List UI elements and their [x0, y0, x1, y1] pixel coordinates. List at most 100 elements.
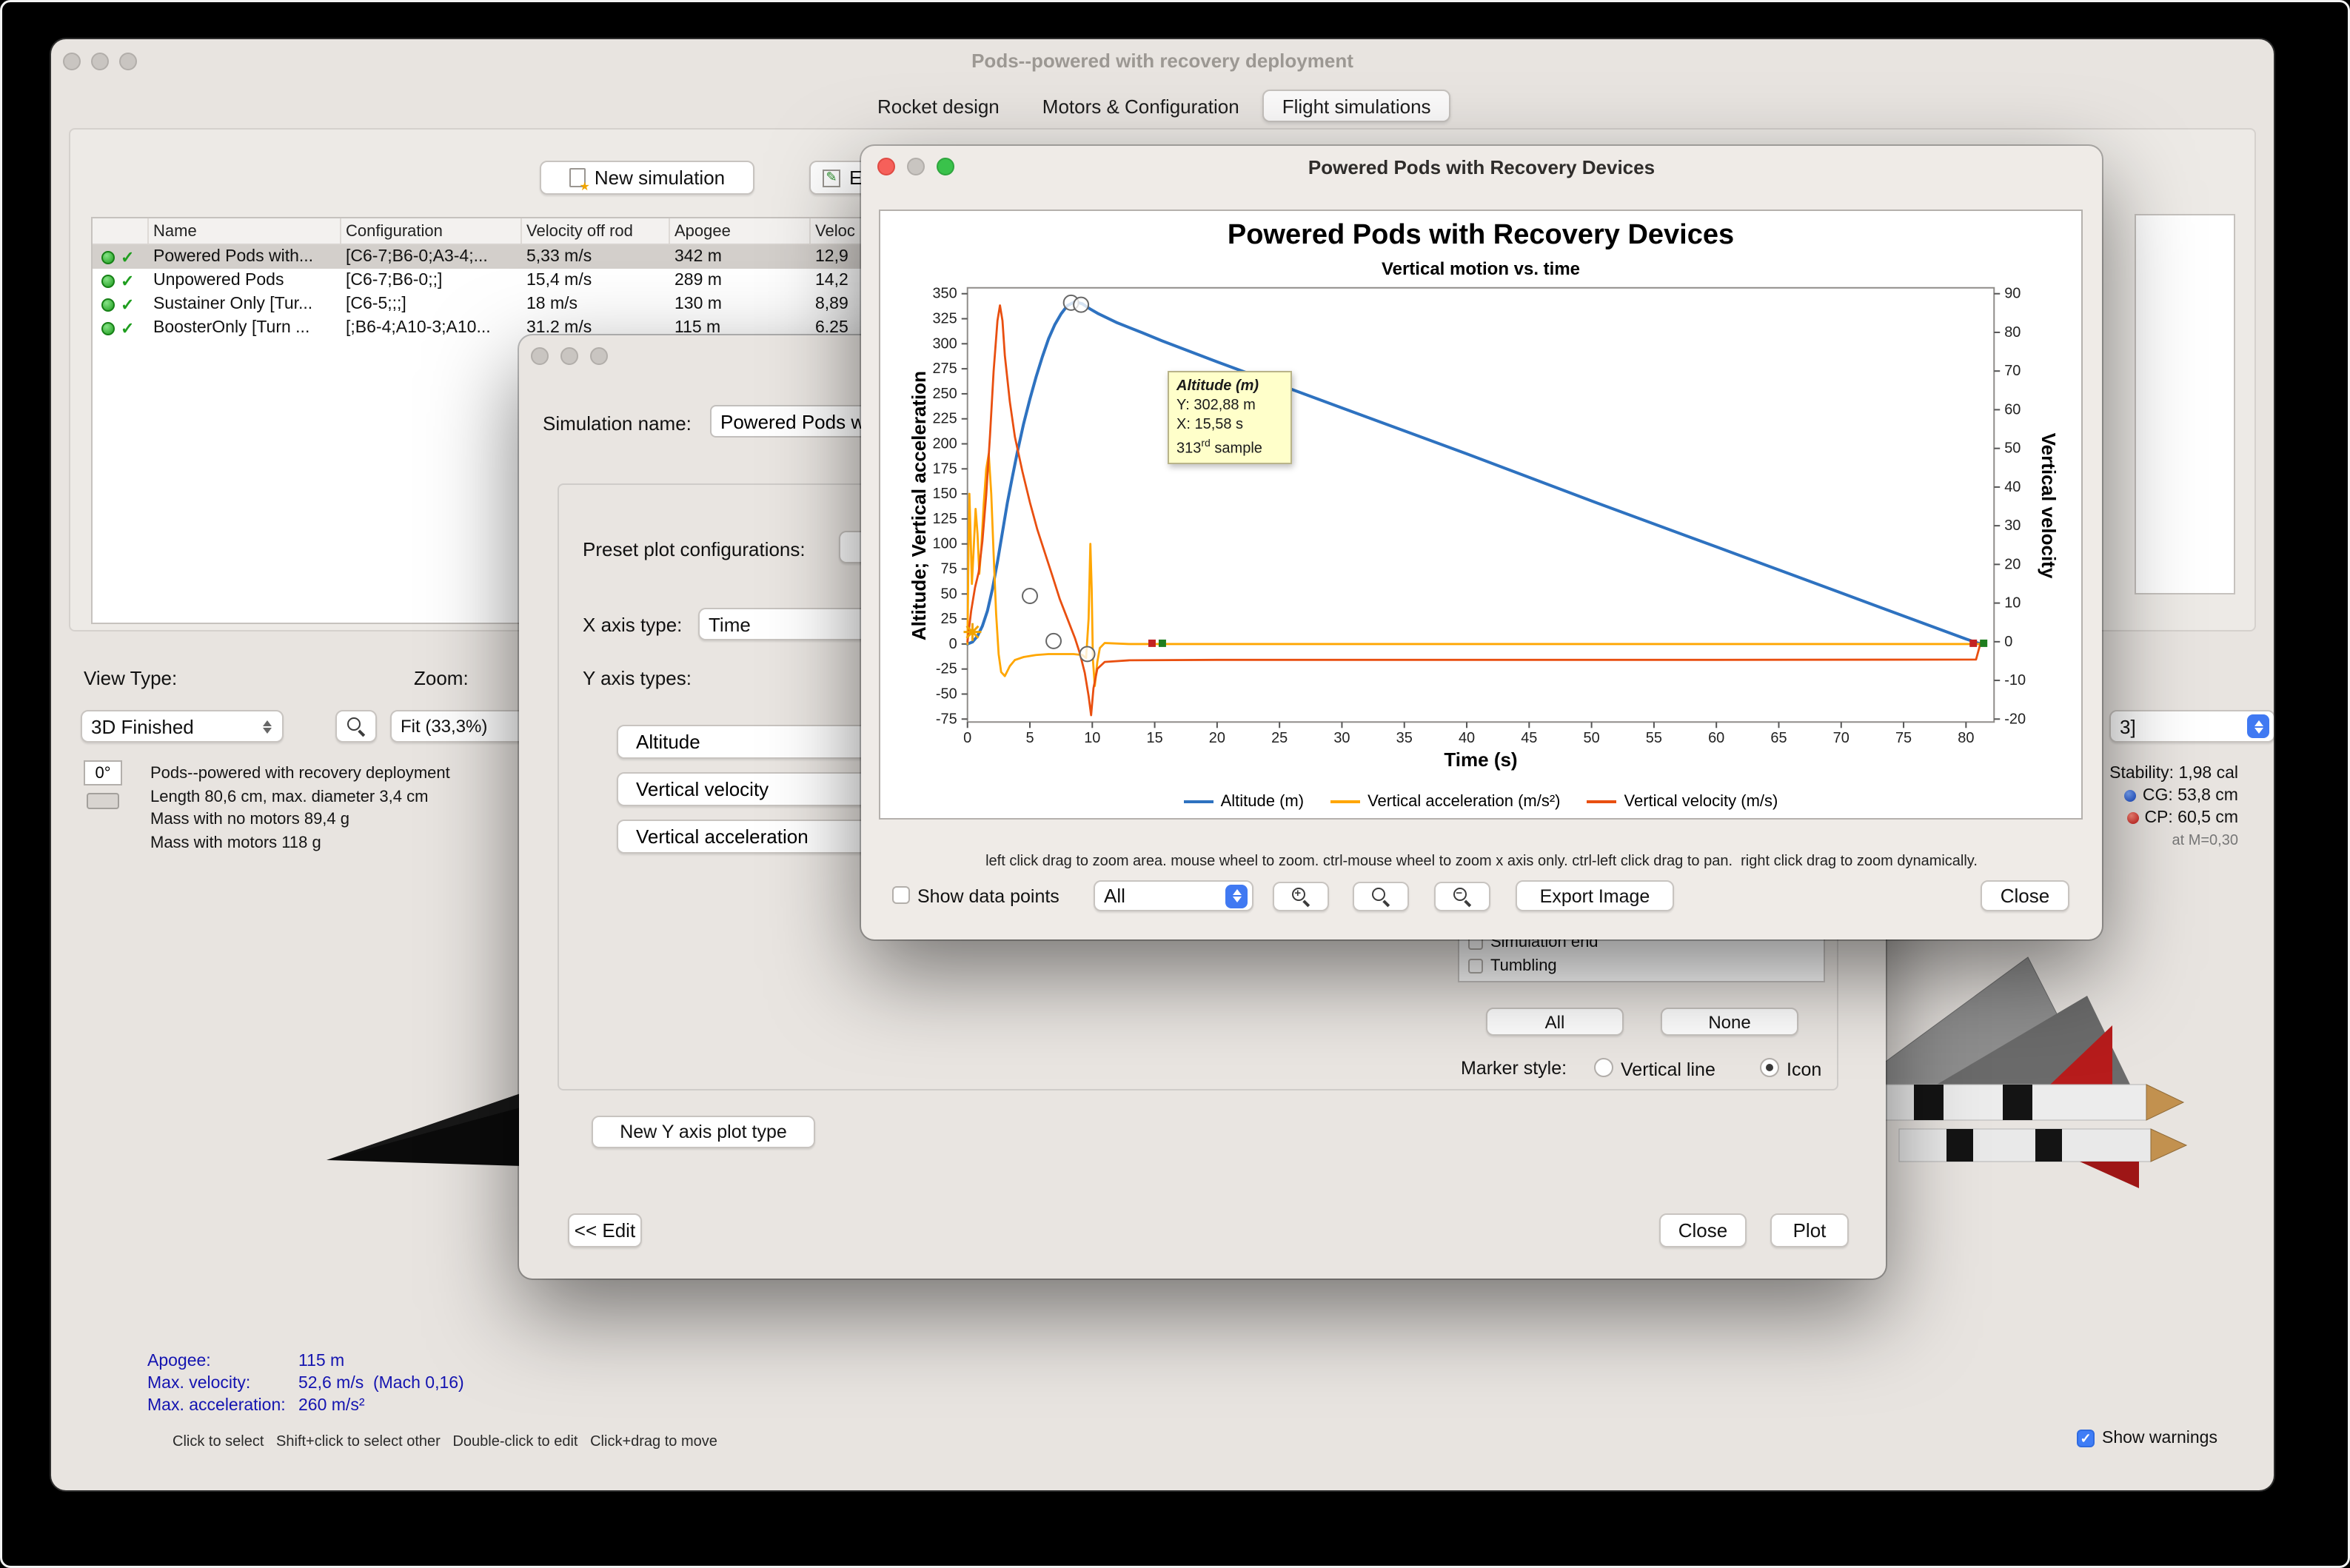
tab-rocket-design[interactable]: Rocket design: [858, 90, 1019, 122]
marker-icon-label: Icon: [1787, 1059, 1822, 1080]
rocket-info-mass-empty: Mass with no motors 89,4 g: [150, 811, 350, 828]
chart-plot[interactable]: 0 5 10 15 20 25 30 35 40 45 50 55 60 65 70 75 80 350 325 30…: [880, 211, 2081, 820]
view-type-value: 3D Finished: [91, 715, 194, 737]
new-simulation-label: New simulation: [594, 167, 726, 189]
events-filter-dropdown[interactable]: All: [1094, 880, 1253, 911]
row-status-icons: ✓: [93, 292, 149, 316]
cell-configuration: [C6-7;B6-0;;]: [346, 272, 443, 289]
events-none-button[interactable]: None: [1661, 1008, 1798, 1036]
rocket-info: Pods--powered with recovery deployment L…: [150, 763, 450, 855]
svg-text:0: 0: [949, 636, 957, 652]
zoom-tool-button[interactable]: [335, 710, 377, 743]
legend-item: Vertical acceleration (m/s²): [1330, 793, 1561, 811]
cell-apogee: 289 m: [674, 272, 722, 289]
svg-text:60: 60: [2004, 401, 2021, 418]
legend-swatch: [1330, 800, 1361, 803]
event-checkbox[interactable]: [1468, 959, 1483, 974]
svg-text:20: 20: [2004, 556, 2021, 572]
header-name[interactable]: Name: [149, 218, 341, 244]
status-ok-icon: [101, 274, 115, 287]
x-axis-type-value: Time: [709, 613, 751, 635]
header-apogee[interactable]: Apogee: [670, 218, 811, 244]
events-all-button[interactable]: All: [1486, 1008, 1624, 1036]
row-status-icons: ✓: [93, 245, 149, 269]
zoom-in-icon: +: [1291, 887, 1310, 906]
status-ok-icon: [101, 321, 115, 335]
chart-legend: Altitude (m) Vertical acceleration (m/s²)…: [880, 793, 2081, 811]
show-warnings-label: Show warnings: [2102, 1430, 2217, 1447]
marker-vertical-line-radio[interactable]: [1594, 1058, 1613, 1077]
rotation-slider-handle[interactable]: [87, 793, 119, 809]
cell-configuration: [;B6-4;A10-3;A10...: [346, 319, 491, 337]
plot-close-bottom-button[interactable]: Close: [1981, 880, 2069, 911]
svg-text:55: 55: [1646, 730, 1662, 746]
svg-text:90: 90: [2004, 286, 2021, 302]
rocket-info-mass-motors: Mass with motors 118 g: [150, 834, 321, 851]
header-velocity-off-rod[interactable]: Velocity off rod: [522, 218, 670, 244]
view-type-label: View Type:: [84, 667, 178, 689]
legend-swatch: [1183, 800, 1214, 803]
configuration-value: 3]: [2120, 715, 2136, 737]
svg-text:35: 35: [1396, 730, 1413, 746]
svg-text:-20: -20: [2004, 711, 2026, 727]
cp-icon: [2126, 812, 2139, 824]
configuration-dropdown[interactable]: 3]: [2109, 710, 2274, 743]
apogee-value: 115 m: [298, 1353, 345, 1370]
plot-window: Powered Pods with Recovery Devices 0 5 10 1…: [861, 146, 2102, 939]
chart-subtitle: Vertical motion vs. time: [1381, 258, 1581, 279]
chart-x-axis-label: Time (s): [1444, 748, 1518, 771]
chart-title: Powered Pods with Recovery Devices: [1227, 220, 1735, 251]
show-data-points-label: Show data points: [917, 886, 1059, 907]
new-y-axis-plot-type-button[interactable]: New Y axis plot type: [592, 1116, 815, 1148]
dialog-zoom-button[interactable]: [590, 347, 608, 365]
rotation-value-box: 0°: [84, 760, 122, 785]
svg-text:0: 0: [963, 730, 971, 746]
flight-stats: Apogee: 115 m Max. velocity: 52,6 m/s (Mac…: [147, 1351, 464, 1418]
dialog-close-button-bottom[interactable]: Close: [1659, 1213, 1747, 1247]
svg-text:-25: -25: [936, 661, 957, 677]
chart-tooltip: Altitude (m) Y: 302,88 m X: 15,58 s 313r…: [1168, 371, 1292, 465]
header-configuration[interactable]: Configuration: [341, 218, 522, 244]
svg-text:175: 175: [932, 460, 957, 477]
svg-text:275: 275: [932, 361, 957, 377]
preset-plot-label: Preset plot configurations:: [583, 538, 806, 560]
chart-help-text: left click drag to zoom area. mouse whee…: [985, 854, 1978, 870]
svg-text:30: 30: [1333, 730, 1350, 746]
tooltip-y-value: Y: 302,88 m: [1176, 398, 1256, 414]
dialog-close-button[interactable]: [531, 347, 549, 365]
svg-text:300: 300: [932, 335, 957, 352]
view-type-dropdown[interactable]: 3D Finished: [81, 710, 284, 743]
zoom-out-button[interactable]: −: [1434, 882, 1490, 911]
export-image-button[interactable]: Export Image: [1516, 880, 1674, 911]
zoom-dropdown[interactable]: Fit (33,3%): [390, 710, 540, 743]
header-status[interactable]: [93, 218, 149, 244]
status-bar-hints: Click to select Shift+click to select ot…: [173, 1434, 717, 1450]
tab-motors-configuration[interactable]: Motors & Configuration: [1023, 90, 1259, 122]
flight-event-row[interactable]: Tumbling: [1459, 954, 1824, 978]
tab-flight-simulations[interactable]: Flight simulations: [1262, 90, 1450, 122]
new-simulation-button[interactable]: New simulation: [540, 161, 754, 195]
cell-name: Powered Pods with...: [153, 248, 314, 266]
magnifier-icon: [347, 717, 366, 736]
max-velocity-value: 52,6 m/s (Mach 0,16): [298, 1375, 464, 1393]
cell-apogee: 342 m: [674, 248, 722, 266]
cg-value: CG: 53,8 cm: [2142, 787, 2238, 805]
plot-button[interactable]: Plot: [1770, 1213, 1849, 1247]
zoom-in-button[interactable]: +: [1273, 882, 1329, 911]
zoom-reset-button[interactable]: [1353, 882, 1409, 911]
svg-text:250: 250: [932, 386, 957, 402]
max-acceleration-label: Max. acceleration:: [147, 1397, 286, 1415]
cell-name: BoosterOnly [Turn ...: [153, 319, 310, 337]
rocket-info-dimensions: Length 80,6 cm, max. diameter 3,4 cm: [150, 788, 429, 805]
edit-back-button[interactable]: << Edit: [568, 1213, 642, 1247]
y-axis-types-label: Y axis types:: [583, 667, 692, 689]
marker-icon-radio[interactable]: [1760, 1058, 1779, 1077]
plot-window-title: Powered Pods with Recovery Devices: [1308, 156, 1656, 178]
svg-text:-10: -10: [2004, 672, 2026, 688]
max-acceleration-value: 260 m/s²: [298, 1397, 365, 1415]
x-axis-type-label: X axis type:: [583, 614, 683, 636]
dialog-minimize-button[interactable]: [560, 347, 578, 365]
show-data-points-checkbox[interactable]: [892, 886, 910, 904]
rocket-info-name: Pods--powered with recovery deployment: [150, 765, 450, 783]
show-warnings-checkbox[interactable]: [2077, 1430, 2095, 1447]
